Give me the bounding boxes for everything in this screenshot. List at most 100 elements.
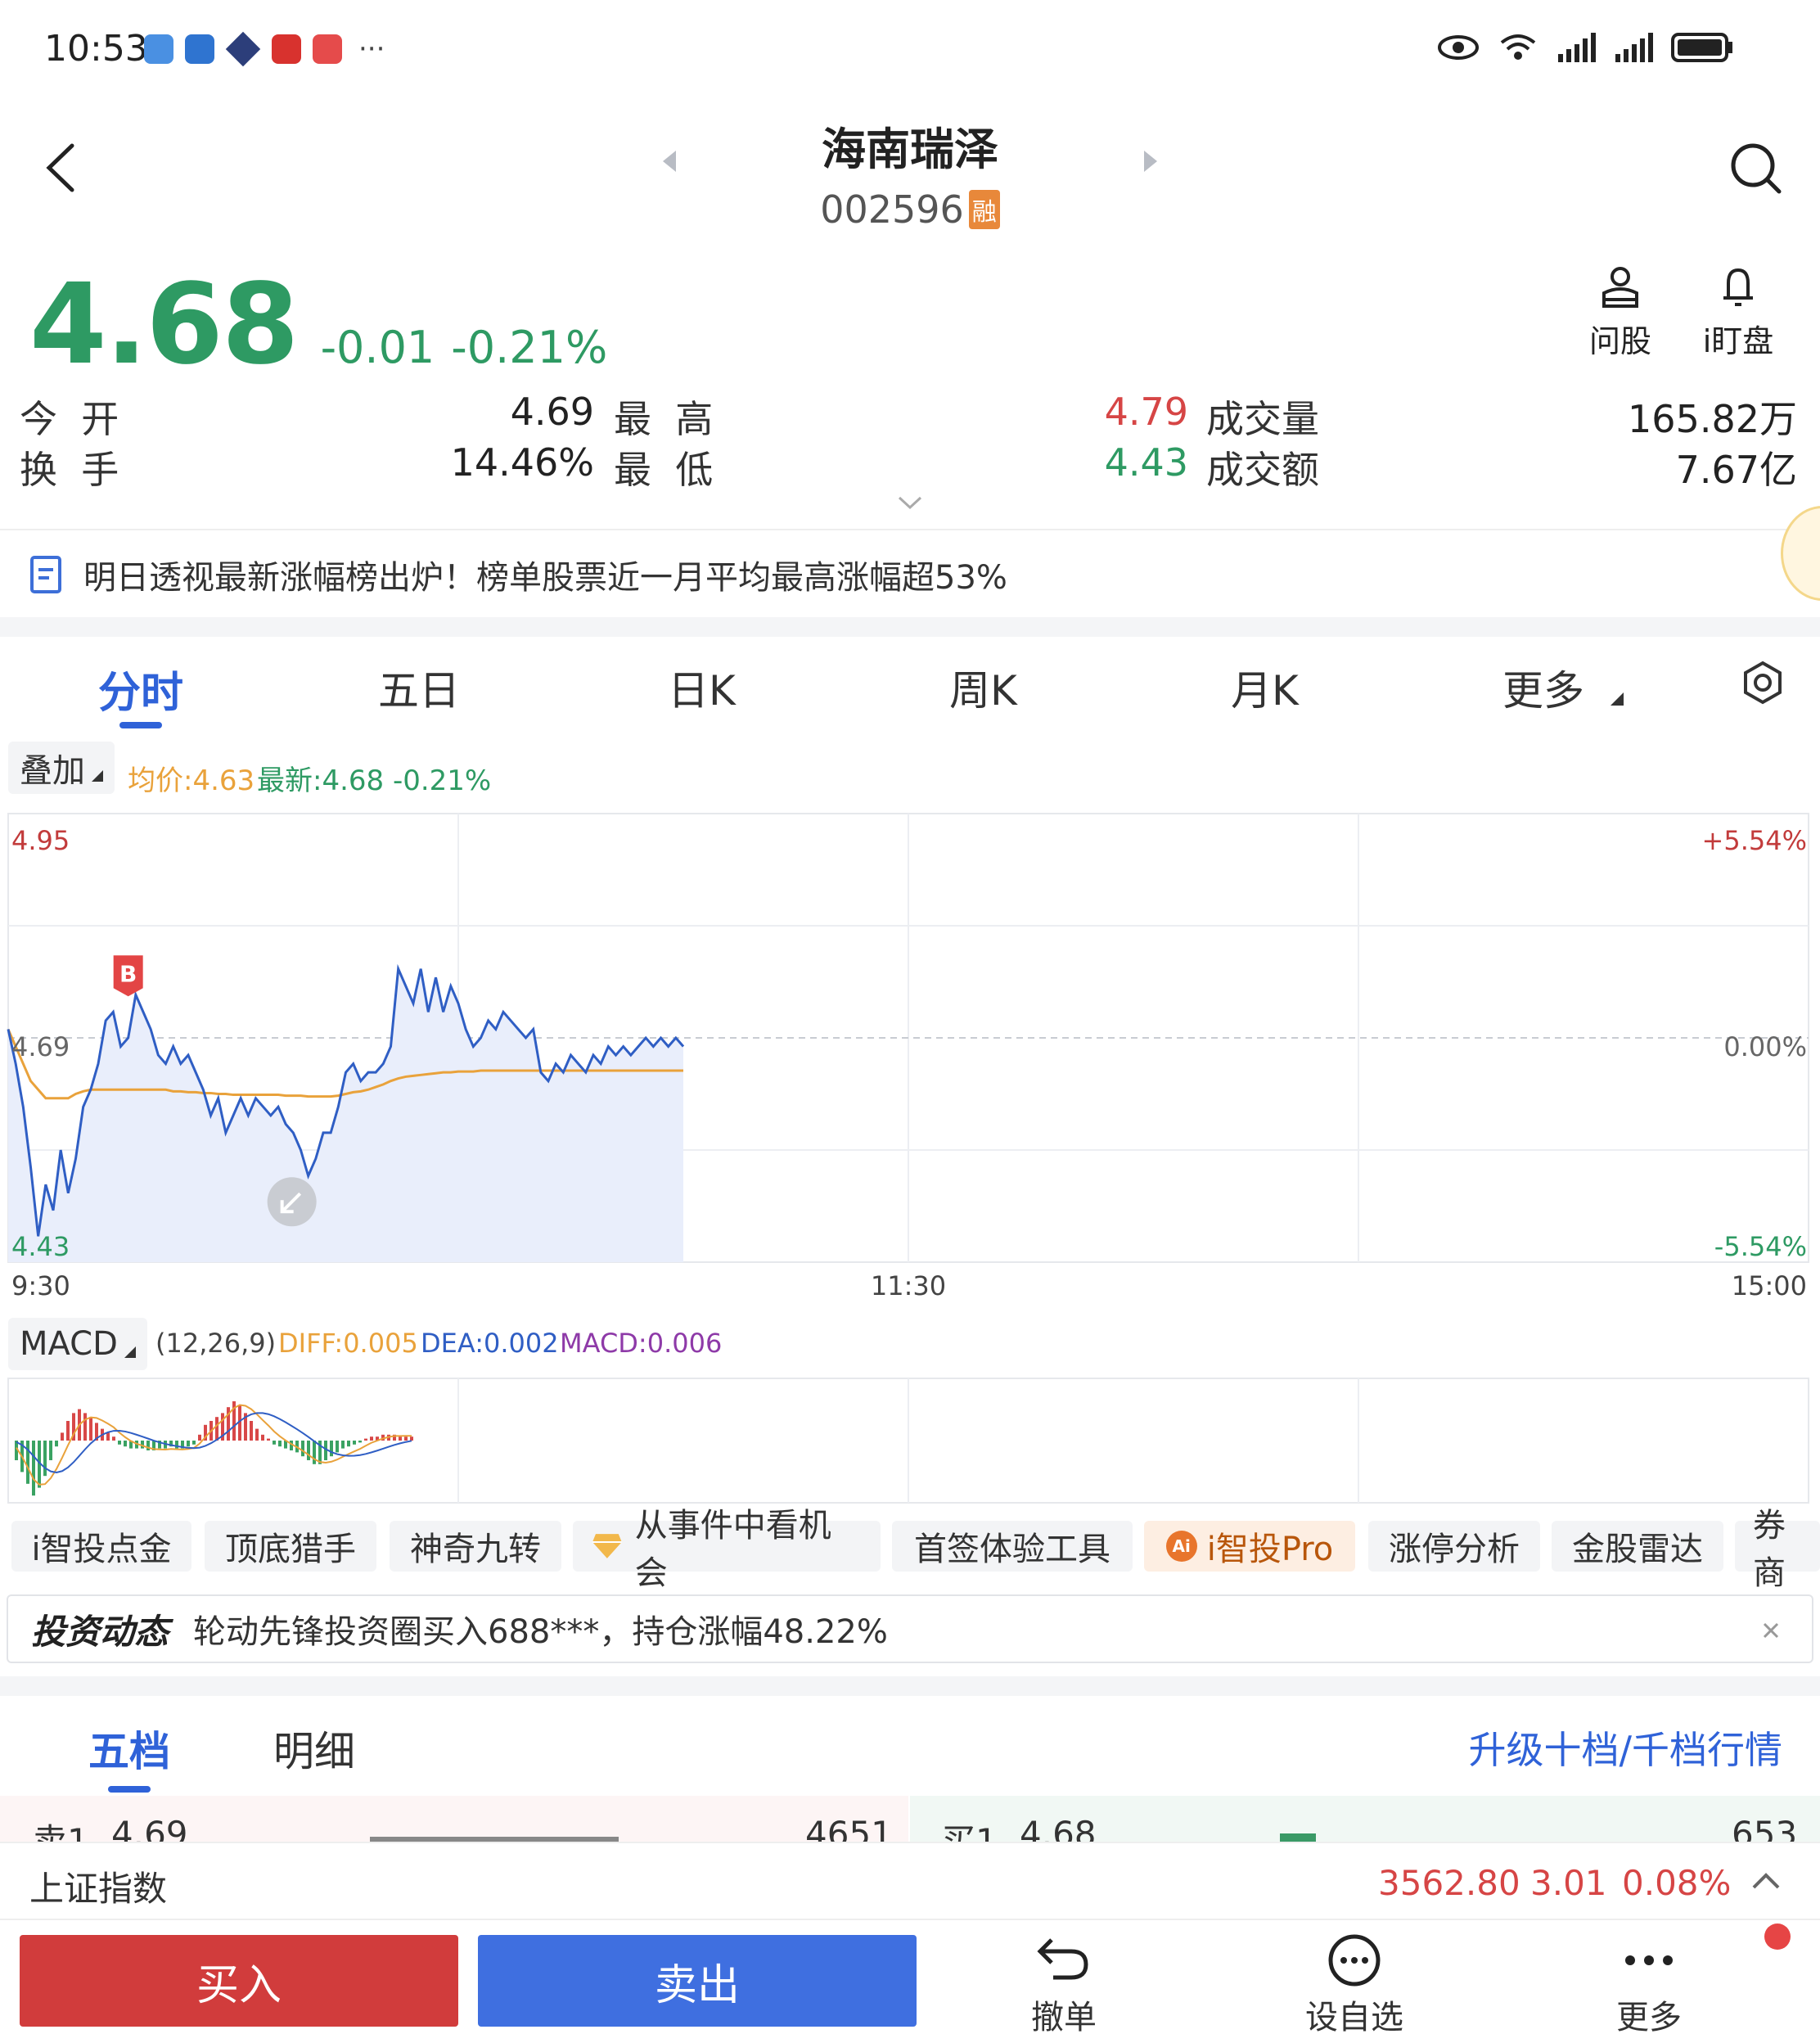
tab-detail[interactable]: 明细 — [273, 1719, 355, 1778]
tool-jiuzhuan[interactable]: 神奇九转 — [390, 1521, 561, 1572]
buy1-label: 买1 — [941, 1821, 998, 1842]
latest-price-legend: 最新:4.68 -0.21% — [257, 764, 492, 797]
open-label: 今 开 — [20, 397, 119, 441]
floating-widget[interactable] — [1781, 506, 1820, 601]
macd-bar — [358, 1441, 362, 1443]
person-icon — [1602, 267, 1638, 308]
tool-event[interactable]: 从事件中看机会 — [573, 1507, 881, 1592]
chart-settings-button[interactable] — [1740, 660, 1786, 709]
macd-bar — [83, 1413, 87, 1441]
bell-icon — [1723, 268, 1753, 306]
dea-line — [16, 1412, 412, 1473]
ask-stock-button[interactable]: 问股 — [1588, 264, 1653, 361]
add-watchlist-button[interactable]: 设自选 — [1301, 1933, 1408, 2038]
bank-app-icon — [272, 34, 301, 64]
ai-badge-icon: Ai — [1165, 1531, 1197, 1562]
document-icon — [30, 556, 61, 593]
macd-bar — [261, 1434, 264, 1441]
macd-bar — [66, 1421, 70, 1441]
more-button[interactable]: 更多 — [1604, 1933, 1694, 2038]
active-tab-indicator — [119, 722, 162, 728]
back-button[interactable] — [41, 139, 90, 196]
y-tick-left: 4.69 — [11, 1031, 70, 1062]
cancel-order-button[interactable]: 撤单 — [1015, 1933, 1113, 2038]
y-tick-right: 0.00% — [1723, 1031, 1807, 1062]
macd-chart[interactable] — [0, 1375, 1820, 1506]
stock-code: 002596 — [820, 187, 964, 232]
y-tick-right: +5.54% — [1702, 825, 1807, 856]
macd-bar — [89, 1417, 92, 1441]
sell-button[interactable]: 卖出 — [478, 1935, 917, 2027]
tab-five-day[interactable]: 五日 — [378, 658, 460, 717]
macd-bar — [330, 1441, 333, 1457]
triangle-down-icon — [1611, 692, 1624, 706]
ask-stock-label: 问股 — [1588, 323, 1651, 359]
news-banner[interactable]: 明日透视最新涨幅榜出炉！榜单股票近一月平均最高涨幅超53% — [29, 548, 1007, 601]
price-area — [8, 968, 683, 1262]
macd-bar — [273, 1441, 276, 1445]
tool-pro[interactable]: Ai i智投Pro — [1144, 1521, 1355, 1572]
tool-signing[interactable]: 首签体验工具 — [892, 1521, 1133, 1572]
macd-bar — [347, 1441, 350, 1447]
prev-stock-button[interactable] — [661, 149, 678, 177]
tool-dianjin[interactable]: i智投点金 — [11, 1521, 191, 1572]
status-bar: 10:53 ··· — [0, 0, 1820, 90]
battery-icon — [1671, 33, 1732, 62]
invest-news-bar[interactable]: 投资动态 轮动先锋投资圈买入688***，持仓涨幅48.22% — [7, 1594, 1813, 1663]
browser-app-icon — [185, 34, 214, 64]
macd-bar — [353, 1441, 356, 1445]
macd-bar — [175, 1441, 178, 1449]
macd-bar — [255, 1428, 259, 1441]
signal-icon — [1558, 33, 1596, 62]
macd-label: MACD — [20, 1325, 118, 1363]
macd-bar — [55, 1441, 58, 1447]
macd-bar — [336, 1441, 339, 1453]
tab-day-k[interactable]: 日K — [668, 658, 736, 717]
high-label: 最 高 — [614, 397, 714, 441]
macd-bar — [399, 1436, 402, 1441]
price-change-pct: -0.21% — [451, 322, 608, 373]
macd-bar — [215, 1417, 218, 1441]
tab-intraday[interactable]: 分时 — [98, 658, 183, 719]
macd-bar — [26, 1441, 29, 1484]
expand-stats-button[interactable] — [897, 494, 923, 514]
buy1-volume-bar — [1280, 1833, 1316, 1842]
index-value: 3562.80 — [1378, 1863, 1520, 1903]
macd-bar — [250, 1421, 253, 1441]
tab-five-level[interactable]: 五档 — [88, 1719, 170, 1778]
close-icon[interactable] — [1763, 1622, 1779, 1639]
tool-limitup[interactable]: 涨停分析 — [1368, 1521, 1540, 1572]
index-name: 上证指数 — [29, 1869, 168, 1909]
buy1-price: 4.68 — [1020, 1814, 1097, 1842]
tool-dingdi[interactable]: 顶底猎手 — [205, 1521, 376, 1572]
chevron-down-icon — [898, 496, 922, 510]
diff-line — [16, 1404, 412, 1486]
low-label: 最 低 — [614, 448, 714, 492]
tool-radar[interactable]: 金股雷达 — [1552, 1521, 1723, 1572]
macd-button[interactable]: MACD — [8, 1318, 147, 1370]
macd-bar — [106, 1432, 110, 1441]
y-tick-right: -5.54% — [1714, 1231, 1807, 1262]
intraday-chart[interactable]: 4.95 4.69 4.43 +5.54% 0.00% -5.54% 9:30 11:30 15… — [0, 810, 1820, 1301]
index-bar[interactable]: 上证指数 3562.80 3.01 0.08% — [0, 1842, 1820, 1920]
triangle-down-icon — [92, 770, 103, 782]
next-stock-button[interactable] — [1142, 149, 1159, 177]
tab-month-k[interactable]: 月K — [1231, 658, 1299, 717]
sell1-label: 卖1 — [33, 1821, 89, 1842]
watch-button[interactable]: i盯盘 — [1697, 264, 1779, 361]
search-button[interactable] — [1728, 141, 1784, 200]
macd-bar — [32, 1441, 35, 1496]
message-app-icon — [144, 34, 173, 64]
tab-more[interactable]: 更多 — [1502, 658, 1584, 717]
tab-week-k[interactable]: 周K — [949, 658, 1017, 717]
tool-broker[interactable]: 券商 — [1735, 1507, 1820, 1592]
macd-bar — [124, 1441, 127, 1447]
chevron-up-icon[interactable] — [1751, 1871, 1781, 1891]
overlay-button[interactable]: 叠加 — [8, 742, 115, 794]
macd-bar — [313, 1441, 316, 1464]
buy-button[interactable]: 买入 — [20, 1935, 458, 2027]
macd-bar — [112, 1436, 115, 1441]
upgrade-link[interactable]: 升级十档/千档行情 — [1469, 1721, 1783, 1775]
sell1-price: 4.69 — [111, 1814, 188, 1842]
x-tick: 11:30 — [871, 1270, 946, 1301]
